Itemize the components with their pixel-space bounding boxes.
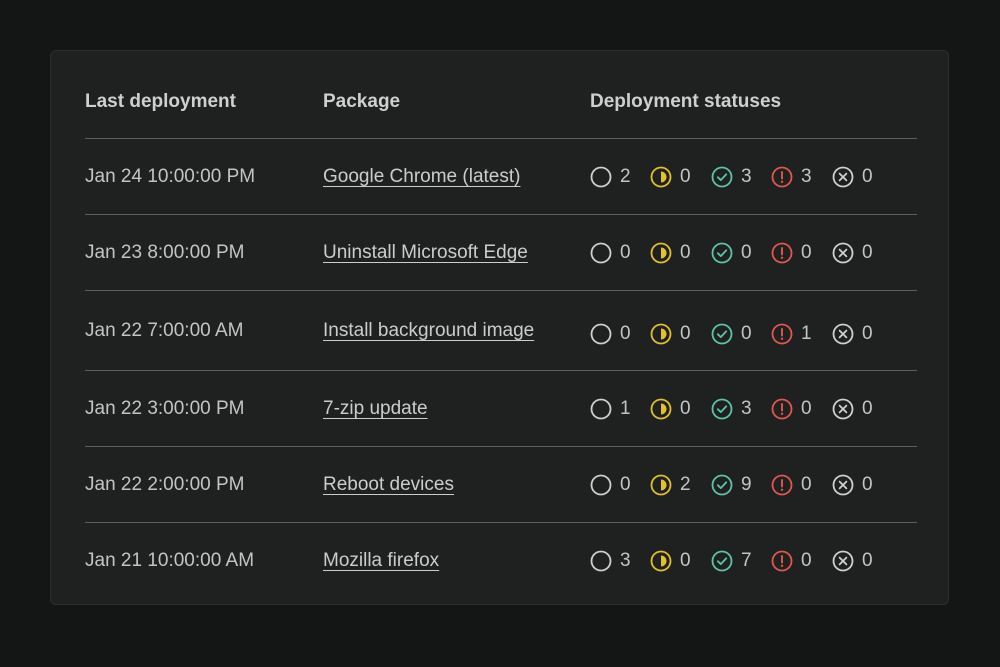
header-last-deployment: Last deployment — [85, 91, 236, 112]
status-count: 0 — [862, 241, 873, 263]
status-count: 2 — [620, 165, 631, 187]
deployments-table: Last deployment Package Deployment statu… — [85, 51, 917, 598]
table-row: Jan 22 3:00:00 PM 7-zip update 1 0 3 0 0 — [85, 371, 917, 447]
last-deployment-cell: Jan 21 10:00:00 AM — [85, 549, 255, 571]
status-count: 0 — [801, 241, 812, 263]
last-deployment-cell: Jan 22 3:00:00 PM — [85, 397, 245, 419]
status-count: 3 — [741, 165, 752, 187]
status-count: 0 — [862, 473, 873, 495]
package-link[interactable]: Uninstall Microsoft Edge — [323, 241, 528, 265]
header-package: Package — [323, 91, 401, 112]
package-link[interactable]: Reboot devices — [323, 473, 454, 497]
status-count: 0 — [680, 549, 691, 571]
status-count: 3 — [801, 165, 812, 187]
status-count: 0 — [801, 473, 812, 495]
status-count: 0 — [680, 397, 691, 419]
status-count: 0 — [862, 397, 873, 419]
package-link[interactable]: Install background image — [323, 319, 534, 343]
last-deployment-cell: Jan 22 2:00:00 PM — [85, 473, 245, 495]
header-deployment-statuses: Deployment statuses — [590, 91, 782, 112]
last-deployment-cell: Jan 23 8:00:00 PM — [85, 241, 245, 263]
status-count: 0 — [862, 549, 873, 571]
status-count: 0 — [741, 241, 752, 263]
status-count: 0 — [620, 473, 631, 495]
table-header: Last deployment Package Deployment statu… — [85, 51, 917, 139]
deployment-statuses: 0 2 9 0 0 — [590, 473, 920, 497]
status-count: 3 — [620, 549, 631, 571]
status-count: 3 — [741, 397, 752, 419]
deployment-statuses: 2 0 3 3 0 — [590, 165, 920, 189]
status-count: 0 — [801, 549, 812, 571]
status-count: 9 — [741, 473, 752, 495]
package-link[interactable]: 7-zip update — [323, 397, 428, 421]
status-count: 2 — [680, 473, 691, 495]
deployment-statuses: 1 0 3 0 0 — [590, 397, 920, 421]
status-count: 0 — [620, 322, 631, 344]
status-count: 0 — [680, 322, 691, 344]
table-body: Jan 24 10:00:00 PM Google Chrome (latest)… — [85, 139, 917, 598]
status-count: 0 — [680, 241, 691, 263]
table-row: Jan 22 2:00:00 PM Reboot devices 0 2 9 0 0 — [85, 447, 917, 523]
deployment-statuses: 0 0 0 0 0 — [590, 241, 920, 265]
deployment-statuses: 0 0 0 1 0 — [590, 322, 920, 346]
deployment-statuses: 3 0 7 0 0 — [590, 549, 920, 573]
package-link[interactable]: Google Chrome (latest) — [323, 165, 520, 189]
status-count: 0 — [741, 322, 752, 344]
table-row: Jan 23 8:00:00 PM Uninstall Microsoft Edg… — [85, 215, 917, 291]
status-count: 0 — [620, 241, 631, 263]
status-count: 0 — [862, 165, 873, 187]
table-row: Jan 24 10:00:00 PM Google Chrome (latest)… — [85, 139, 917, 215]
package-link[interactable]: Mozilla firefox — [323, 549, 439, 573]
table-row: Jan 21 10:00:00 AM Mozilla firefox 3 0 7 0 0 — [85, 523, 917, 598]
status-count: 1 — [801, 322, 812, 344]
status-count: 0 — [862, 322, 873, 344]
table-row: Jan 22 7:00:00 AM Install background imag… — [85, 291, 917, 371]
status-count: 0 — [801, 397, 812, 419]
status-count: 1 — [620, 397, 631, 419]
status-count: 7 — [741, 549, 752, 571]
last-deployment-cell: Jan 22 7:00:00 AM — [85, 319, 244, 341]
last-deployment-cell: Jan 24 10:00:00 PM — [85, 165, 256, 187]
status-count: 0 — [680, 165, 691, 187]
deployments-card: Last deployment Package Deployment statu… — [50, 50, 949, 605]
